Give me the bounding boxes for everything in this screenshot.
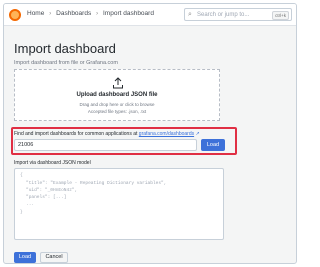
json-model-textarea[interactable]: { "title": "Example - Repeating Dictiona… [14, 168, 224, 240]
grafana-logo[interactable] [9, 9, 21, 21]
upload-hint: Drag and drop here or click to browse [79, 102, 155, 107]
upload-file-types: Accepted file types: .json, .txt [87, 109, 147, 114]
grafana-com-link[interactable]: grafana.com/dashboards [139, 131, 194, 137]
json-line: } [20, 210, 23, 215]
top-bar: Home › Dashboards › Import dashboard ⌕ S… [4, 4, 296, 26]
json-line: "uid": "_0HnEoN4z", [26, 188, 78, 193]
load-id-button[interactable]: Load [201, 139, 225, 151]
dashboard-id-input[interactable] [14, 139, 197, 151]
shortcut-hint: ctrl+k [272, 11, 289, 20]
search-icon: ⌕ [188, 11, 192, 18]
breadcrumb-separator: › [96, 10, 99, 17]
json-model-label: Import via dashboard JSON model [14, 160, 91, 166]
breadcrumb-current: Import dashboard [103, 10, 154, 17]
app-window: Home › Dashboards › Import dashboard ⌕ S… [3, 3, 297, 264]
upload-title: Upload dashboard JSON file [76, 92, 158, 98]
upload-dropzone[interactable]: Upload dashboard JSON file Drag and drop… [14, 69, 220, 121]
page-title: Import dashboard [14, 41, 116, 56]
grafana-com-label-text: Find and import dashboards for common ap… [14, 131, 138, 137]
breadcrumb-home[interactable]: Home [27, 10, 44, 17]
breadcrumb-dashboards[interactable]: Dashboards [56, 10, 91, 17]
search-placeholder: Search or jump to... [197, 12, 250, 18]
page-subtitle: Import dashboard from file or Grafana.co… [14, 60, 118, 66]
upload-icon [113, 77, 123, 89]
grafana-com-label: Find and import dashboards for common ap… [14, 131, 200, 137]
cancel-button[interactable]: Cancel [40, 252, 68, 263]
load-button[interactable]: Load [14, 252, 36, 263]
json-line: "panels": [...] [26, 195, 67, 200]
json-line: ... [26, 202, 35, 207]
search-input[interactable]: ⌕ Search or jump to... ctrl+k [184, 8, 292, 21]
external-link-icon: ↗ [195, 131, 200, 137]
json-line: { [20, 173, 23, 178]
json-line: "title": "Example - Repeating Dictionary… [26, 181, 167, 186]
breadcrumb: Home › Dashboards › Import dashboard [27, 10, 157, 17]
breadcrumb-separator: › [49, 10, 52, 17]
